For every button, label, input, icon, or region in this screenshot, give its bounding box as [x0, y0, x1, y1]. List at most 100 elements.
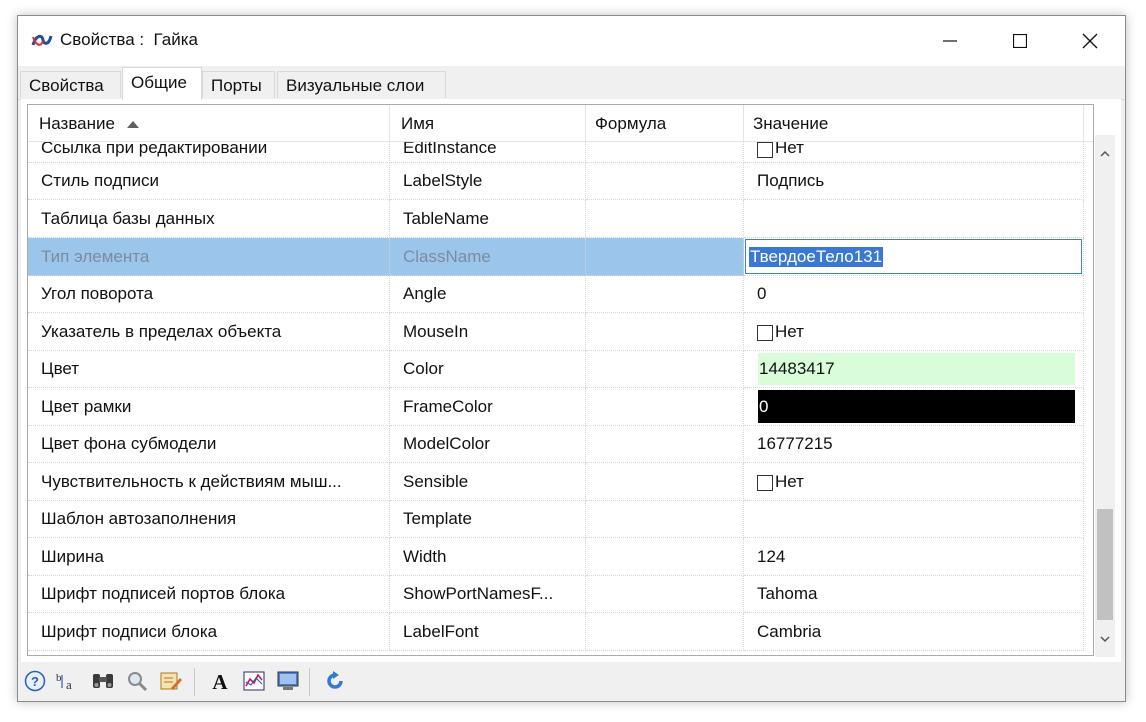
property-id-cell: Template [390, 501, 586, 538]
table-row[interactable]: Шаблон автозаполнения Template [28, 501, 1093, 538]
property-id-cell: LabelFont [390, 613, 586, 651]
property-formula-cell[interactable] [586, 351, 744, 388]
scroll-down-button[interactable] [1095, 629, 1115, 649]
property-id-cell: Color [390, 351, 586, 388]
property-formula-cell[interactable] [586, 238, 744, 276]
color-swatch-value[interactable]: 14483417 [758, 353, 1075, 385]
property-formula-cell[interactable] [586, 576, 744, 613]
bottom-toolbar: ? ba A [18, 664, 1125, 701]
property-formula-cell[interactable] [586, 276, 744, 313]
table-row[interactable]: Шрифт подписи блока LabelFont Cambria [28, 613, 1093, 651]
minimize-button[interactable] [927, 16, 973, 66]
property-name-cell: Стиль подписи [28, 163, 390, 200]
table-row[interactable]: Шрифт подписей портов блока ShowPortNames… [28, 576, 1093, 613]
property-formula-cell[interactable] [586, 463, 744, 501]
property-value-cell[interactable]: 14483417 [744, 351, 1084, 388]
scroll-up-button[interactable] [1095, 143, 1115, 163]
property-name-cell: Ширина [28, 538, 390, 576]
search-button[interactable] [124, 668, 150, 694]
table-row-selected[interactable]: Тип элемента ClassName ТвердоеТело131 [28, 238, 1093, 276]
table-row[interactable]: Чувствительность к действиям мыш... Sensi… [28, 463, 1093, 501]
edit-properties-icon [160, 672, 182, 690]
maximize-button[interactable] [997, 16, 1043, 66]
property-formula-cell[interactable] [586, 613, 744, 651]
checkbox[interactable] [757, 142, 773, 158]
table-row[interactable]: Ширина Width 124 [28, 538, 1093, 576]
checkbox[interactable] [757, 324, 773, 341]
property-formula-cell[interactable] [586, 388, 744, 426]
table-row[interactable]: Цвет рамки FrameColor 0 [28, 388, 1093, 426]
property-id-cell: Width [390, 538, 586, 576]
property-name-cell: Таблица базы данных [28, 200, 390, 238]
edit-properties-button[interactable] [158, 668, 184, 694]
tab-general[interactable]: Общие [122, 67, 202, 100]
property-id-cell: FrameColor [390, 388, 586, 426]
help-button[interactable]: ? [22, 668, 48, 694]
property-value-cell[interactable]: Cambria [744, 613, 1084, 651]
column-name-label: Название [39, 114, 115, 133]
table-row[interactable]: Цвет фона субмодели ModelColor 16777215 [28, 426, 1093, 463]
column-header-value[interactable]: Значение [744, 105, 1084, 141]
tab-visual-layers[interactable]: Визуальные слои [277, 71, 446, 98]
property-value-cell[interactable] [744, 501, 1084, 538]
property-value-cell[interactable]: ТвердоеТело131 [744, 238, 1084, 276]
property-value-cell[interactable]: Подпись [744, 163, 1084, 200]
sort-alpha-button[interactable]: ba [54, 668, 80, 694]
property-value-cell[interactable]: Нет [744, 463, 1084, 501]
chart-button[interactable] [241, 668, 267, 694]
property-formula-cell[interactable] [586, 538, 744, 576]
property-formula-cell[interactable] [586, 501, 744, 538]
font-button[interactable]: A [207, 668, 233, 694]
tab-properties[interactable]: Свойства [20, 71, 121, 98]
property-value-cell[interactable]: 0 [744, 388, 1084, 426]
sort-alpha-icon: ba [56, 672, 72, 692]
chevron-down-icon [1100, 635, 1110, 642]
general-panel: Название Имя Формула Значение Ссылка при… [21, 99, 1121, 662]
value-edit-input[interactable]: ТвердоеТело131 [745, 239, 1082, 274]
column-header-formula[interactable]: Формула [586, 105, 744, 141]
monitor-icon [277, 671, 299, 690]
table-row[interactable]: Цвет Color 14483417 [28, 351, 1093, 388]
table-row[interactable]: Угол поворота Angle 0 [28, 276, 1093, 313]
property-value-cell[interactable]: Tahoma [744, 576, 1084, 613]
property-name-cell: Цвет рамки [28, 388, 390, 426]
property-id-cell: MouseIn [390, 313, 586, 351]
color-swatch-value[interactable]: 0 [758, 390, 1075, 423]
column-header-id[interactable]: Имя [390, 105, 586, 141]
property-formula-cell[interactable] [586, 313, 744, 351]
checkbox-label: Нет [775, 321, 804, 341]
property-id-cell: TableName [390, 200, 586, 238]
refresh-icon [327, 671, 343, 689]
find-button[interactable] [90, 668, 116, 694]
title-bar[interactable]: Свойства : Гайка [18, 16, 1125, 66]
scroll-thumb[interactable] [1097, 509, 1113, 620]
table-row[interactable]: Таблица базы данных TableName [28, 200, 1093, 238]
property-formula-cell[interactable] [586, 200, 744, 238]
checkbox[interactable] [757, 474, 773, 491]
close-button[interactable] [1067, 16, 1113, 66]
property-value-cell[interactable]: Нет [744, 313, 1084, 351]
monitor-button[interactable] [275, 668, 301, 694]
property-id-cell: ClassName [390, 238, 586, 276]
property-name-cell: Тип элемента [28, 238, 390, 276]
table-row[interactable]: Стиль подписи LabelStyle Подпись [28, 163, 1093, 200]
property-name-cell: Указатель в пределах объекта [28, 313, 390, 351]
vertical-scrollbar[interactable] [1095, 135, 1115, 657]
tab-ports[interactable]: Порты [202, 71, 275, 98]
property-value-cell[interactable] [744, 200, 1084, 238]
svg-text:?: ? [31, 674, 39, 689]
property-formula-cell[interactable] [586, 163, 744, 200]
property-value-cell[interactable]: 124 [744, 538, 1084, 576]
chevron-up-icon [1100, 150, 1110, 157]
property-value-cell[interactable]: 0 [744, 276, 1084, 313]
checkbox-label: Нет [775, 471, 804, 491]
table-row[interactable]: Указатель в пределах объекта MouseIn Нет [28, 313, 1093, 351]
sort-ascending-icon [126, 121, 139, 128]
help-icon: ? [24, 670, 46, 692]
property-formula-cell[interactable] [586, 426, 744, 463]
column-header-name[interactable]: Название [28, 105, 390, 141]
window-title: Свойства : Гайка [60, 30, 199, 49]
refresh-button[interactable] [322, 668, 348, 694]
magnifier-icon [128, 672, 148, 692]
property-value-cell[interactable]: 16777215 [744, 426, 1084, 463]
